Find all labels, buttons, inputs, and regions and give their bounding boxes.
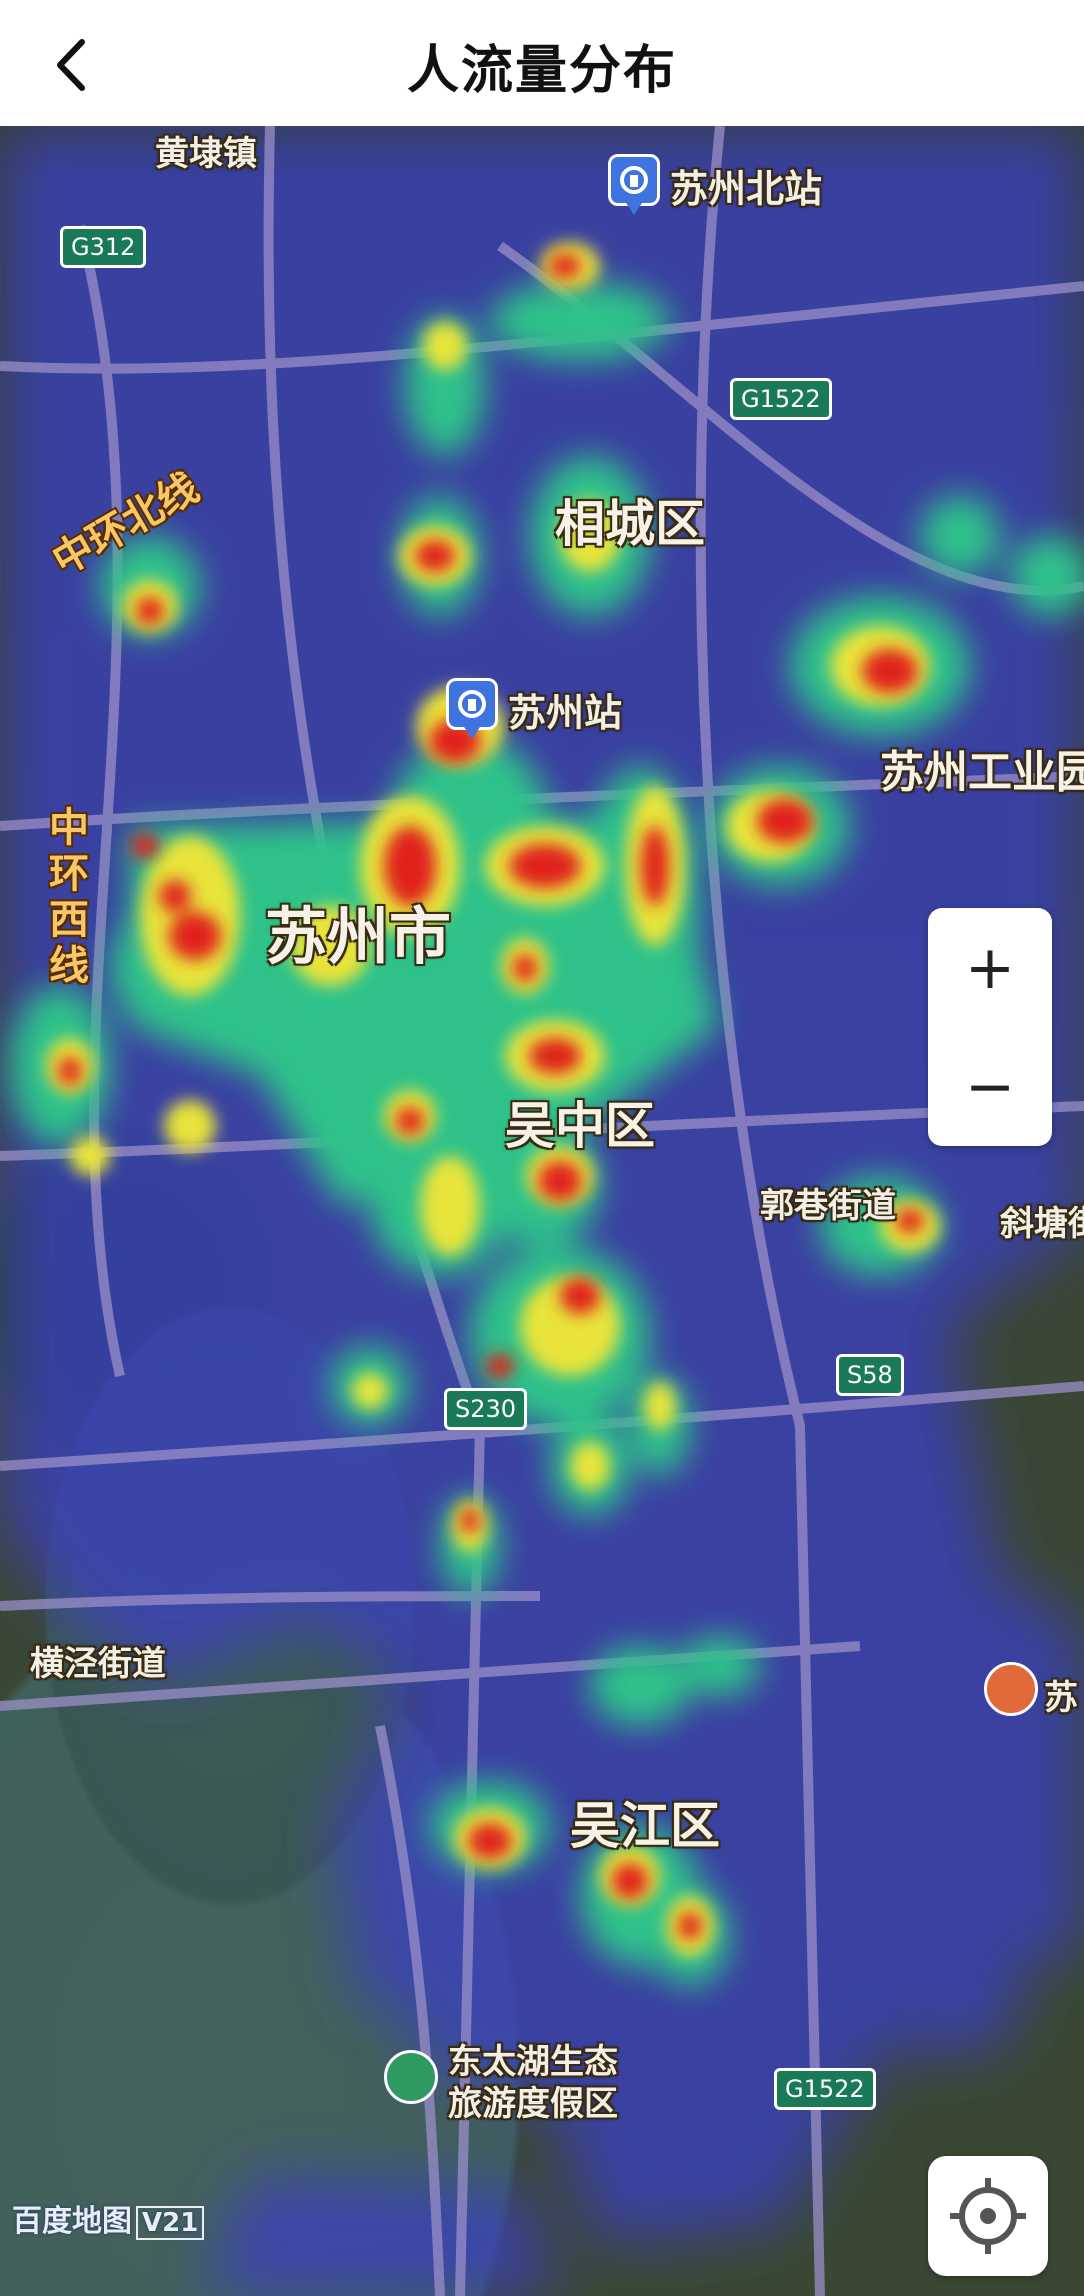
poi-label-su[interactable]: 苏 bbox=[1044, 1670, 1078, 1719]
district-label-wujiang: 吴江区 bbox=[570, 1797, 720, 1855]
zoom-out-button[interactable]: − bbox=[928, 1027, 1052, 1146]
road-shield-g1522: G1522 bbox=[774, 2068, 876, 2110]
zoom-control: + − bbox=[928, 908, 1052, 1146]
baidu-logo-text: 百度地图 bbox=[12, 2204, 132, 2239]
tree-icon[interactable] bbox=[384, 2050, 438, 2104]
locate-button[interactable] bbox=[928, 2156, 1048, 2276]
place-label-guoxiang: 郭巷街道 bbox=[760, 1186, 896, 1226]
poi-label-taihu-line2[interactable]: 旅游度假区 bbox=[448, 2076, 618, 2125]
place-label-xietang: 斜塘街 bbox=[1000, 1204, 1084, 1244]
train-icon bbox=[458, 690, 486, 718]
train-station-icon[interactable] bbox=[446, 678, 498, 739]
poi-marker[interactable] bbox=[984, 1662, 1038, 1716]
road-shield-s230: S230 bbox=[444, 1388, 528, 1430]
road-shield-g312: G312 bbox=[60, 226, 147, 268]
place-label-huangdai: 黄埭镇 bbox=[155, 134, 257, 174]
baidu-map-logo: 百度地图 V21 bbox=[12, 2196, 205, 2240]
map-base-layer bbox=[0, 126, 1084, 2296]
zoom-in-button[interactable]: + bbox=[928, 908, 1052, 1027]
ring-road-label-west: 中环西线 bbox=[42, 806, 88, 990]
station-label-suzhou[interactable]: 苏州站 bbox=[508, 682, 622, 737]
crosshair-icon bbox=[950, 2178, 1026, 2254]
road-shield-g1522: G1522 bbox=[730, 378, 832, 420]
page-title: 人流量分布 bbox=[406, 41, 677, 101]
heatmap-map[interactable]: 黄埭镇 相城区 苏州市 吴中区 吴江区 苏州工业园 郭巷街道 斜塘街 横泾街道 … bbox=[0, 126, 1084, 2296]
district-label-industrial-park: 苏州工业园 bbox=[880, 747, 1084, 798]
top-bar: 人流量分布 bbox=[0, 0, 1084, 126]
station-label-suzhou-north[interactable]: 苏州北站 bbox=[670, 158, 822, 213]
place-label-hengjing: 横泾街道 bbox=[30, 1644, 166, 1684]
train-station-icon[interactable] bbox=[608, 154, 660, 215]
district-label-xiangcheng: 相城区 bbox=[555, 495, 705, 553]
road-shield-s58: S58 bbox=[836, 1354, 904, 1396]
train-icon bbox=[620, 166, 648, 194]
district-label-wuzhong: 吴中区 bbox=[505, 1097, 655, 1155]
baidu-logo-version: V21 bbox=[136, 2206, 205, 2240]
city-label-suzhou: 苏州市 bbox=[265, 900, 452, 973]
